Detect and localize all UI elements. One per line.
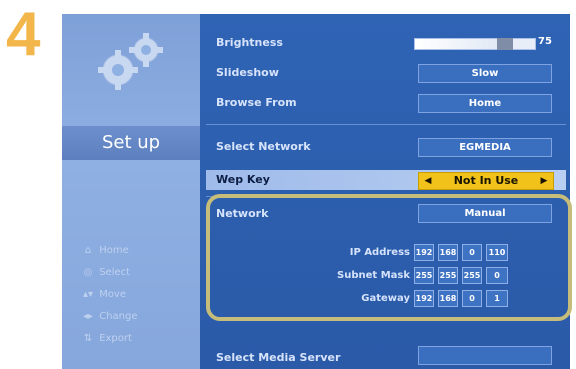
step-number: 4: [6, 0, 41, 69]
gears-icon: [98, 33, 163, 90]
brightness-knob[interactable]: [497, 38, 513, 50]
export-icon: ⇅: [83, 333, 93, 344]
subnet-mask-label: Subnet Mask: [337, 270, 410, 281]
network-field[interactable]: Manual: [418, 204, 552, 223]
subnet-octet[interactable]: 0: [486, 267, 508, 284]
hint-label: Export: [99, 333, 132, 344]
wep-key-label: Wep Key: [216, 173, 270, 186]
gateway-octet[interactable]: 1: [486, 290, 508, 307]
hint-home: ⌂ Home: [80, 245, 129, 256]
setup-screen: Set up ⌂ Home ◎ Select ▴▾ Move ◂▸ Change…: [62, 14, 570, 369]
gateway-label: Gateway: [361, 293, 410, 304]
slideshow-field[interactable]: Slow: [418, 64, 552, 83]
brightness-fill: [415, 39, 505, 49]
divider: [206, 124, 566, 125]
brightness-value: 75: [538, 36, 552, 47]
ip-octet[interactable]: 110: [486, 244, 508, 261]
select-network-label: Select Network: [216, 140, 311, 153]
hint-label: Select: [99, 267, 131, 278]
network-label: Network: [216, 207, 269, 220]
gateway-octet[interactable]: 0: [462, 290, 482, 307]
hint-label: Change: [99, 311, 138, 322]
hint-label: Move: [99, 289, 127, 300]
wep-key-value: Not In Use: [453, 174, 519, 187]
ip-octet[interactable]: 0: [462, 244, 482, 261]
ip-address-label: IP Address: [349, 247, 410, 258]
gateway-octet[interactable]: 192: [414, 290, 434, 307]
wep-key-selector[interactable]: ◀ Not In Use ▶: [418, 172, 554, 190]
brightness-slider[interactable]: [414, 38, 536, 50]
settings-panel: Brightness 75 Slideshow Slow Browse From…: [200, 14, 570, 369]
select-media-server-label: Select Media Server: [216, 351, 341, 364]
change-icon: ◂▸: [82, 311, 94, 322]
select-network-field[interactable]: EGMEDIA: [418, 138, 552, 157]
hint-select: ◎ Select: [80, 267, 130, 278]
gateway-octet[interactable]: 168: [438, 290, 458, 307]
hint-label: Home: [99, 245, 129, 256]
hint-export: ⇅ Export: [80, 333, 132, 344]
arrow-right-icon[interactable]: ▶: [537, 173, 551, 189]
divider: [206, 196, 566, 197]
home-icon: ⌂: [84, 245, 92, 256]
brightness-label: Brightness: [216, 36, 283, 49]
hint-move: ▴▾ Move: [80, 289, 126, 300]
ip-octet[interactable]: 168: [438, 244, 458, 261]
subnet-octet[interactable]: 255: [462, 267, 482, 284]
hint-change: ◂▸ Change: [80, 311, 138, 322]
slideshow-label: Slideshow: [216, 66, 279, 79]
media-server-field[interactable]: [418, 346, 552, 365]
browse-from-label: Browse From: [216, 96, 297, 109]
browse-from-field[interactable]: Home: [418, 94, 552, 113]
subnet-octet[interactable]: 255: [438, 267, 458, 284]
sidebar: Set up ⌂ Home ◎ Select ▴▾ Move ◂▸ Change…: [62, 14, 200, 369]
ip-octet[interactable]: 192: [414, 244, 434, 261]
select-icon: ◎: [83, 267, 93, 278]
move-icon: ▴▾: [82, 289, 94, 300]
subnet-octet[interactable]: 255: [414, 267, 434, 284]
page-title: Set up: [62, 126, 200, 160]
